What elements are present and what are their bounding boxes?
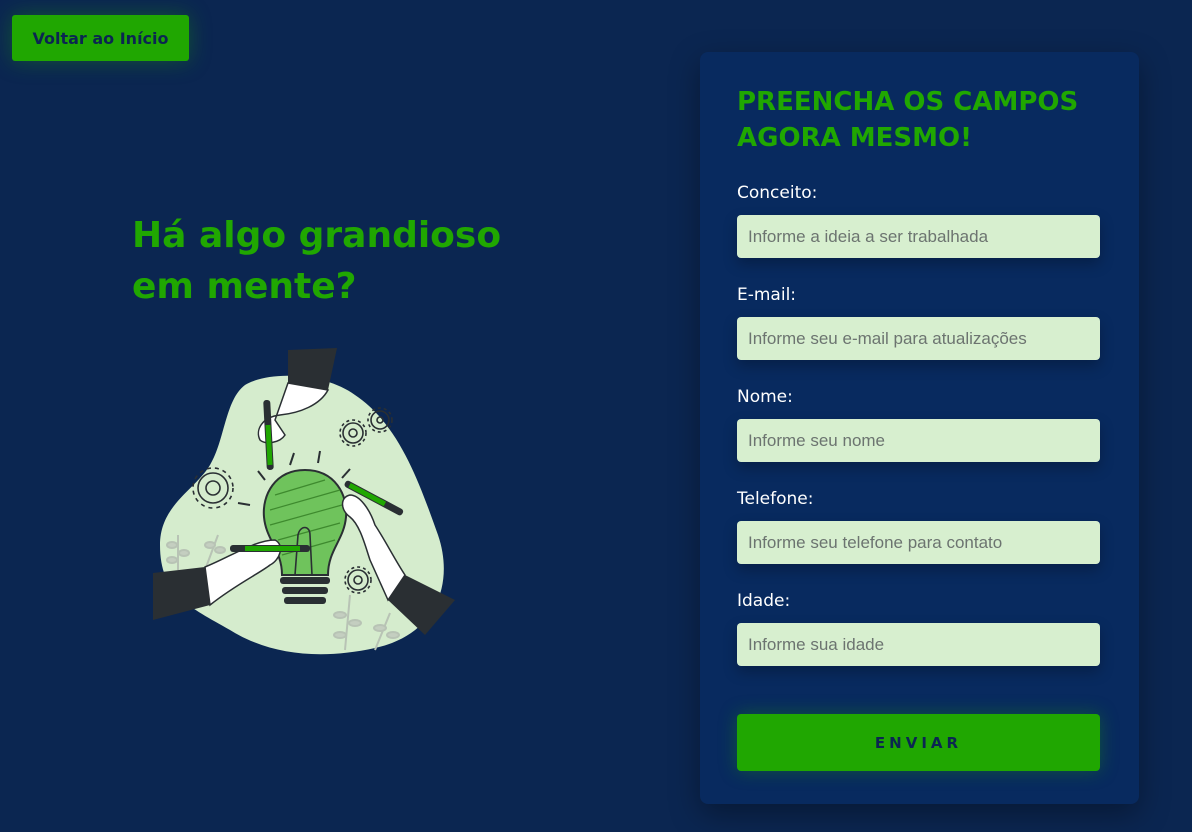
age-input[interactable]	[737, 623, 1100, 666]
form-heading: PREENCHA OS CAMPOS AGORA MESMO!	[737, 87, 1079, 153]
name-label: Nome:	[737, 387, 793, 407]
name-input[interactable]	[737, 419, 1100, 462]
lightbulb-idea-illustration	[153, 348, 455, 655]
concept-input[interactable]	[737, 215, 1100, 258]
hero-title: Há algo grandioso em mente?	[132, 215, 502, 307]
concept-label: Conceito:	[737, 183, 818, 203]
email-input[interactable]	[737, 317, 1100, 360]
age-label: Idade:	[737, 591, 791, 611]
phone-input[interactable]	[737, 521, 1100, 564]
back-to-home-button[interactable]: Voltar ao Início	[12, 15, 189, 61]
signup-form-card: PREENCHA OS CAMPOS AGORA MESMO! Conceito…	[700, 52, 1139, 804]
submit-button[interactable]: ENVIAR	[737, 714, 1100, 771]
phone-label: Telefone:	[737, 489, 814, 509]
email-label: E-mail:	[737, 285, 797, 305]
